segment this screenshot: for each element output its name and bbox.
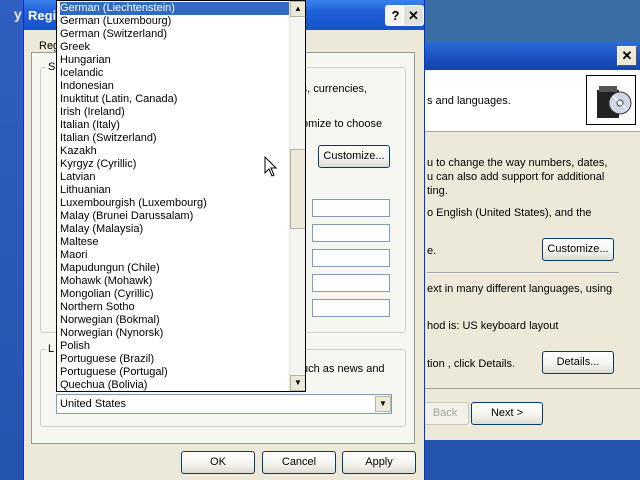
dropdown-list-item[interactable]: Latvian [60,171,290,184]
wizard-next-button[interactable]: Next > [471,402,543,425]
wizard-text-line: u can also add support for additional [427,171,605,183]
dropdown-list-item[interactable]: Hungarian [60,54,290,67]
dropdown-list-item[interactable]: Mapudungun (Chile) [60,262,290,275]
dropdown-list-item[interactable]: Inuktitut (Latin, Canada) [60,93,290,106]
wizard-details-button[interactable]: Details... [542,351,614,374]
dropdown-list-item[interactable]: Icelandic [60,67,290,80]
dropdown-list-item[interactable]: Quechua (Bolivia) [60,379,290,391]
dropdown-list-item[interactable]: Italian (Switzerland) [60,132,290,145]
dropdown-list-item[interactable]: German (Switzerland) [60,28,290,41]
dropdown-scrollbar[interactable]: ▲ ▼ [289,1,305,391]
dropdown-list-item[interactable]: Luxembourgish (Luxembourg) [60,197,290,210]
dropdown-list-item[interactable]: German (Liechtenstein) [60,2,290,15]
dropdown-list-item[interactable]: Lithuanian [60,184,290,197]
dropdown-list-item[interactable]: Maltese [60,236,290,249]
standards-description: rs, currencies, [298,83,368,95]
dropdown-list-item[interactable]: Portuguese (Brazil) [60,353,290,366]
scrollbar-thumb[interactable] [290,149,305,229]
language-dropdown-list[interactable]: German (Liechtenstein) German (Luxembourg… [56,0,306,392]
dropdown-list-item[interactable]: Maori [60,249,290,262]
dropdown-list-item[interactable]: Northern Sotho [60,301,290,314]
wizard-text-line: o English (United States), and the [427,207,592,219]
apply-button[interactable]: Apply [342,451,416,474]
customize-button[interactable]: Customize... [318,145,390,168]
location-description: uch as news and [302,363,385,375]
dropdown-list-item[interactable]: Italian (Italy) [60,119,290,132]
dropdown-list-item[interactable]: Greek [60,41,290,54]
wizard-window: ✕ s and languages. u to change the way n… [420,42,640,440]
cancel-button[interactable]: Cancel [262,451,336,474]
location-combo[interactable]: United States ▼ [56,394,392,414]
wizard-text-line: hod is: US keyboard layout [427,320,559,332]
dropdown-list-item[interactable]: Indonesian [60,80,290,93]
wizard-close-button[interactable]: ✕ [617,46,637,66]
combo-dropdown-arrow-icon[interactable]: ▼ [375,396,391,412]
wizard-titlebar: ✕ [421,42,640,70]
wizard-bottom-separator [421,388,640,389]
dropdown-list-item[interactable]: Portuguese (Portugal) [60,366,290,379]
wizard-customize-button[interactable]: Customize... [542,238,614,261]
dropdown-list-item[interactable]: Norwegian (Bokmal) [60,314,290,327]
sample-short-date-field [312,274,390,292]
ok-button[interactable]: OK [181,451,255,474]
dropdown-list-item[interactable]: Mohawk (Mohawk) [60,275,290,288]
wizard-separator [427,272,619,274]
location-groupbox-label: L [46,343,57,355]
scroll-down-arrow-icon[interactable]: ▼ [290,375,305,391]
wizard-header-text: s and languages. [427,95,511,107]
wizard-back-button[interactable]: Back [421,402,469,425]
wizard-text-line: ext in many different languages, using [427,283,613,295]
dropdown-list-item[interactable]: Malay (Brunei Darussalam) [60,210,290,223]
dropdown-list-item[interactable]: Kyrgyz (Cyrillic) [60,158,290,171]
mouse-cursor-icon [264,155,278,181]
dropdown-list-item[interactable]: Kazakh [60,145,290,158]
sample-currency-field [312,224,390,242]
scroll-up-arrow-icon[interactable]: ▲ [290,1,305,17]
sample-long-date-field [312,299,390,317]
dropdown-list-item[interactable]: Mongolian (Cyrillic) [60,288,290,301]
location-combo-value: United States [60,398,127,410]
dropdown-list-item[interactable]: Irish (Ireland) [60,106,290,119]
dropdown-list-item[interactable]: Polish [60,340,290,353]
dialog-close-button[interactable]: ✕ [403,5,424,26]
wizard-text-line: ting. [427,185,448,197]
wizard-header: s and languages. [421,70,640,132]
dropdown-list-item[interactable]: Norwegian (Nynorsk) [60,327,290,340]
wizard-text-line: u to change the way numbers, dates, [427,157,608,169]
standards-description-2: omize to choose [302,118,383,130]
sample-time-field [312,249,390,267]
sample-number-field [312,199,390,217]
dropdown-list-item[interactable]: German (Luxembourg) [60,15,290,28]
wizard-text-line: e. [427,245,437,257]
regional-settings-icon [586,75,636,125]
dropdown-list-item[interactable]: Malay (Malaysia) [60,223,290,236]
wizard-text-line: tion , click Details. [427,358,516,370]
